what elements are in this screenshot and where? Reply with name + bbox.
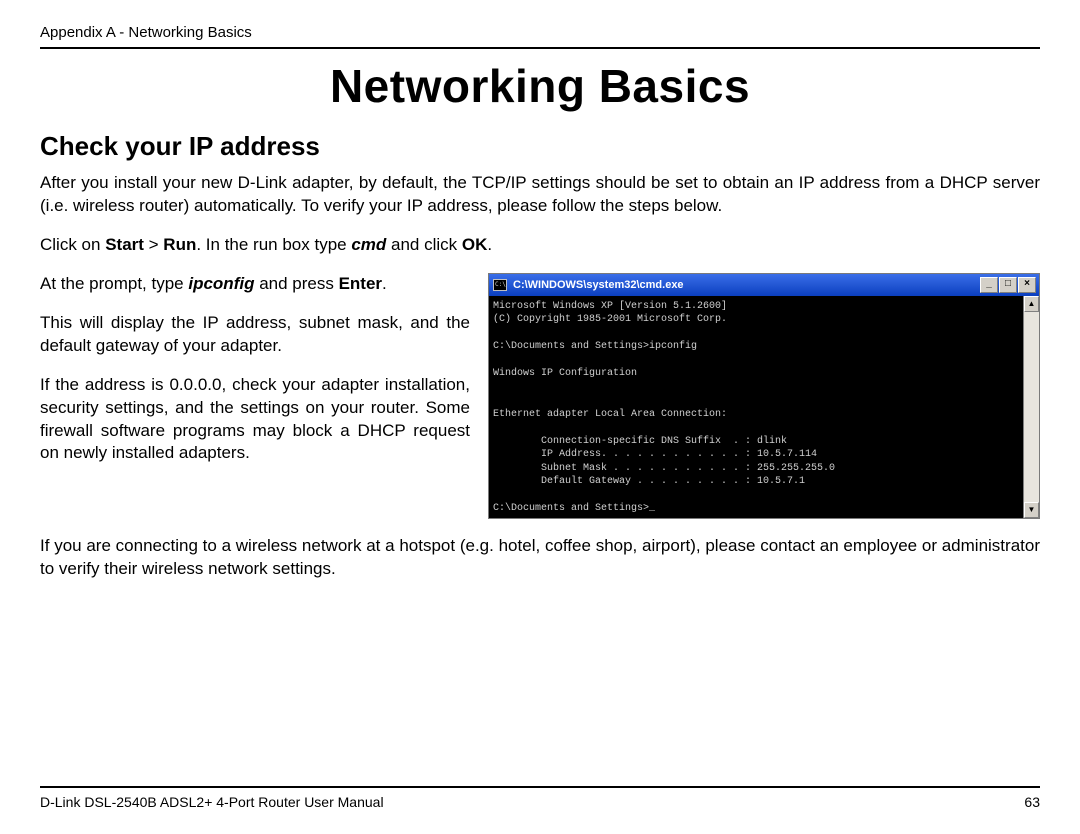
footer-rule	[40, 786, 1040, 788]
maximize-button[interactable]: □	[999, 277, 1017, 293]
footer: D-Link DSL-2540B ADSL2+ 4-Port Router Us…	[40, 786, 1040, 810]
display-paragraph: This will display the IP address, subnet…	[40, 312, 470, 358]
bold: Start	[105, 235, 144, 254]
text: .	[487, 235, 492, 254]
text: .	[382, 274, 387, 293]
section-title: Check your IP address	[40, 131, 1040, 162]
footer-manual-title: D-Link DSL-2540B ADSL2+ 4-Port Router Us…	[40, 794, 384, 810]
scroll-up-button[interactable]: ▲	[1024, 296, 1039, 312]
scroll-down-button[interactable]: ▼	[1024, 502, 1039, 518]
window-buttons: _ □ ×	[980, 277, 1036, 293]
header-rule	[40, 47, 1040, 49]
cmd-window: C:\WINDOWS\system32\cmd.exe _ □ × Micros…	[488, 273, 1040, 519]
intro-paragraph: After you install your new D-Link adapte…	[40, 172, 1040, 218]
close-button[interactable]: ×	[1018, 277, 1036, 293]
prompt-paragraph: At the prompt, type ipconfig and press E…	[40, 273, 470, 296]
text: At the prompt, type	[40, 274, 188, 293]
text: and click	[386, 235, 462, 254]
text: >	[144, 235, 163, 254]
terminal-icon	[493, 279, 507, 291]
header-appendix: Appendix A - Networking Basics	[40, 24, 1040, 41]
text: and press	[254, 274, 338, 293]
bold-italic: ipconfig	[188, 274, 254, 293]
cmd-window-title: C:\WINDOWS\system32\cmd.exe	[513, 279, 684, 291]
bold: Run	[163, 235, 196, 254]
scrollbar[interactable]: ▲ ▼	[1023, 296, 1039, 518]
cmd-body-wrap: Microsoft Windows XP [Version 5.1.2600] …	[489, 296, 1039, 518]
hotspot-paragraph: If you are connecting to a wireless netw…	[40, 535, 1040, 581]
left-column: At the prompt, type ipconfig and press E…	[40, 273, 470, 482]
footer-row: D-Link DSL-2540B ADSL2+ 4-Port Router Us…	[40, 794, 1040, 810]
page-title: Networking Basics	[40, 59, 1040, 113]
cmd-output: Microsoft Windows XP [Version 5.1.2600] …	[489, 296, 1023, 518]
page-number: 63	[1024, 794, 1040, 810]
zero-address-paragraph: If the address is 0.0.0.0, check your ad…	[40, 374, 470, 466]
minimize-button[interactable]: _	[980, 277, 998, 293]
bold: OK	[462, 235, 488, 254]
cmd-titlebar-left: C:\WINDOWS\system32\cmd.exe	[493, 279, 684, 291]
scroll-track[interactable]	[1024, 312, 1039, 502]
text: . In the run box type	[196, 235, 351, 254]
bold-italic: cmd	[351, 235, 386, 254]
cmd-titlebar: C:\WINDOWS\system32\cmd.exe _ □ ×	[489, 274, 1039, 296]
text: Click on	[40, 235, 105, 254]
step-1: Click on Start > Run. In the run box typ…	[40, 234, 1040, 257]
two-column-row: At the prompt, type ipconfig and press E…	[40, 273, 1040, 519]
bold: Enter	[339, 274, 382, 293]
